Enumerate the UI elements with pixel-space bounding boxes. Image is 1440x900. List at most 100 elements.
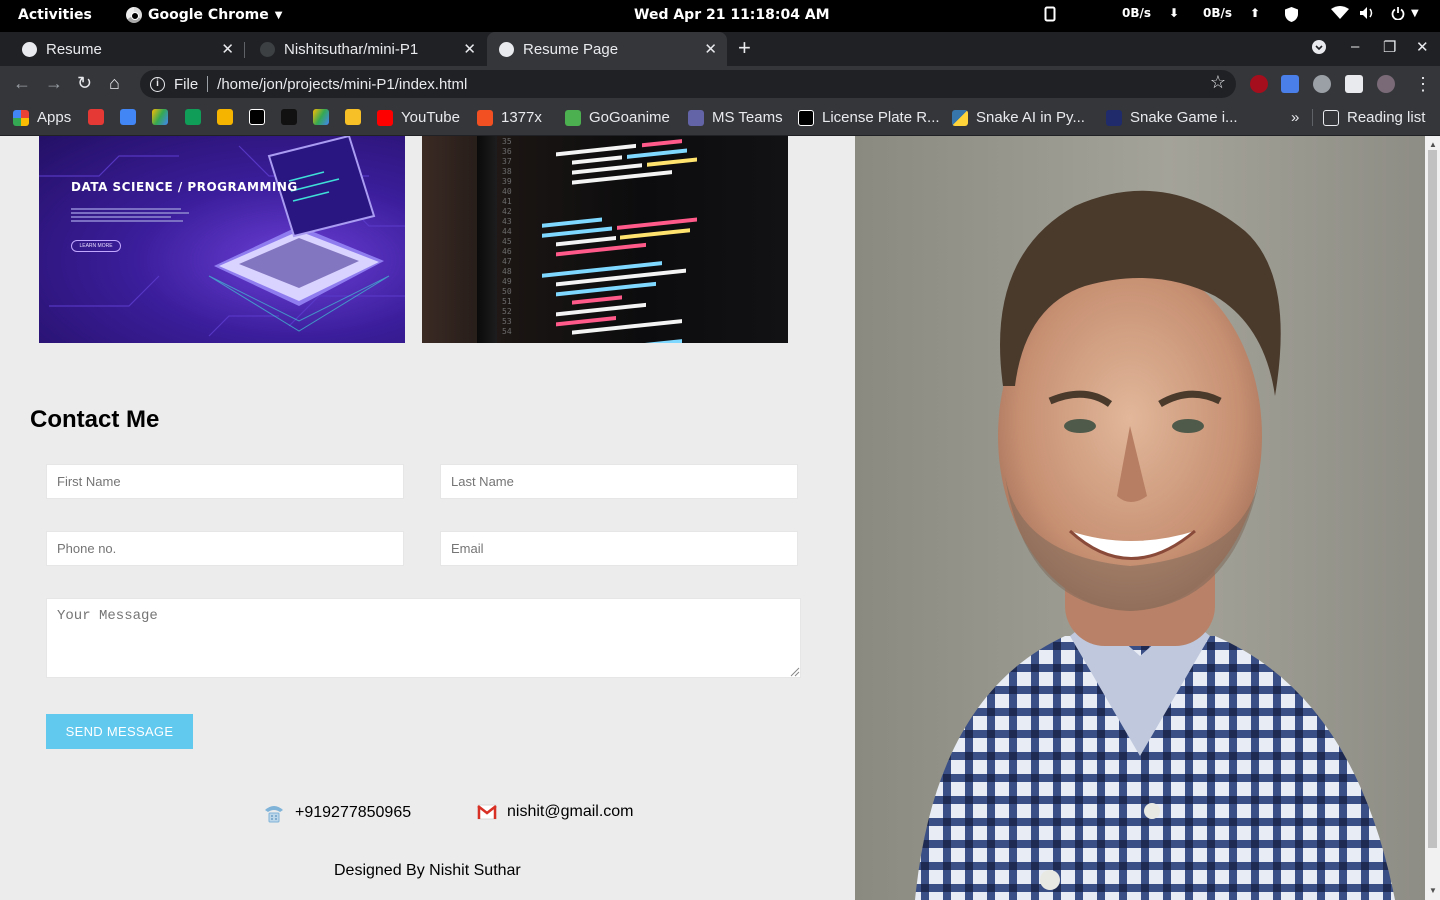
extension-cloud-icon[interactable] (1313, 75, 1331, 93)
close-window-icon[interactable]: ✕ (1416, 38, 1429, 56)
arrow-down-icon: ⬇ (1169, 6, 1180, 20)
shield-icon[interactable] (1284, 6, 1299, 23)
reload-icon[interactable]: ↻ (77, 73, 92, 94)
bookmark-youtube[interactable]: YouTube (377, 109, 460, 126)
info-icon[interactable]: i (150, 76, 165, 92)
bookmark-snake-game[interactable]: Snake Game i... (1106, 109, 1238, 126)
page-scrollbar[interactable]: ▲ ▼ (1425, 136, 1440, 900)
bookmark-gogoanime[interactable]: GoGoanime (565, 109, 670, 126)
email-input[interactable] (440, 531, 798, 566)
svg-text:54: 54 (502, 327, 512, 336)
app-menu[interactable]: Google Chrome ▼ (126, 7, 282, 23)
svg-text:37: 37 (502, 157, 512, 166)
card-subtext (71, 206, 191, 224)
svg-text:38: 38 (502, 167, 512, 176)
power-icon (1391, 7, 1405, 20)
system-tray[interactable]: ▼ (1331, 6, 1419, 20)
svg-text:35: 35 (502, 137, 512, 146)
email-address[interactable]: nishit@gmail.com (507, 803, 634, 821)
chevron-down-icon: ▼ (1411, 7, 1419, 19)
tab-title: Resume (46, 40, 102, 58)
email-info: nishit@gmail.com (477, 803, 634, 821)
bookmark-star-icon[interactable]: ☆ (1210, 72, 1226, 93)
close-icon[interactable]: ✕ (704, 40, 717, 58)
bookmark-1377x[interactable]: 1377x (477, 109, 542, 126)
bookmark-slides-icon[interactable] (217, 109, 233, 125)
phone-number[interactable]: +919277850965 (295, 804, 411, 822)
svg-text:51: 51 (502, 297, 512, 306)
data-science-card-image: DATA SCIENCE / PROGRAMMING LEARN MORE (39, 136, 405, 343)
bookmark-drive-icon[interactable] (152, 109, 168, 125)
bookmarks-bar: Apps YouTube 1377x GoGoanime MS Teams Li… (0, 102, 1440, 136)
tab-divider (244, 42, 245, 58)
bookmark-label: License Plate R... (822, 109, 940, 126)
bookmark-label: 1377x (501, 109, 542, 126)
contact-title: Contact Me (30, 406, 160, 433)
learn-more-button[interactable]: LEARN MORE (71, 240, 121, 252)
upload-speed-label: 0B/s (1203, 6, 1233, 20)
bookmarks-overflow[interactable]: » (1291, 109, 1299, 126)
gmail-icon (477, 804, 497, 820)
clock[interactable]: Wed Apr 21 11:18:04 AM (634, 7, 830, 23)
translate-icon[interactable] (1281, 75, 1299, 93)
bookmark-hex-icon[interactable] (281, 109, 297, 125)
svg-text:43: 43 (502, 217, 512, 226)
svg-text:47: 47 (502, 257, 512, 266)
url-text[interactable]: /home/jon/projects/mini-P1/index.html (217, 76, 467, 93)
phone-icon[interactable] (1044, 6, 1056, 22)
bookmark-apps[interactable]: Apps (13, 109, 71, 126)
back-icon[interactable]: ← (13, 73, 31, 94)
bookmark-ms-teams[interactable]: MS Teams (688, 109, 783, 126)
last-name-input[interactable] (440, 464, 798, 499)
resize-grip-icon[interactable] (790, 667, 800, 677)
scroll-down-icon[interactable]: ▼ (1429, 886, 1437, 895)
bookmark-label: Snake AI in Py... (976, 109, 1085, 126)
scrollbar-thumb[interactable] (1428, 150, 1437, 848)
send-message-button[interactable]: SEND MESSAGE (46, 714, 193, 749)
bookmark-license-plate[interactable]: License Plate R... (798, 109, 940, 126)
activities-button[interactable]: Activities (18, 7, 92, 23)
tab-github[interactable]: Nishitsuthar/mini-P1 ✕ (246, 32, 486, 66)
bookmark-medium-icon[interactable] (249, 109, 265, 125)
close-icon[interactable]: ✕ (221, 40, 234, 58)
chrome-icon (126, 7, 142, 23)
page-viewport: DATA SCIENCE / PROGRAMMING LEARN MORE 35… (0, 136, 1440, 900)
minimize-icon[interactable]: – (1351, 38, 1359, 55)
tab-resume-page[interactable]: Resume Page ✕ (487, 32, 727, 66)
puzzle-icon[interactable] (1345, 75, 1363, 93)
message-textarea[interactable] (46, 598, 801, 678)
first-name-input[interactable] (46, 464, 404, 499)
svg-text:44: 44 (502, 227, 512, 236)
scroll-up-icon[interactable]: ▲ (1429, 140, 1437, 149)
bookmark-medal-icon[interactable] (345, 109, 361, 125)
more-menu-icon[interactable]: ⋮ (1414, 74, 1432, 95)
bookmark-drive2-icon[interactable] (313, 109, 329, 125)
bookmark-docs-icon[interactable] (120, 109, 136, 125)
svg-text:45: 45 (502, 237, 512, 246)
home-icon[interactable]: ⌂ (109, 73, 120, 94)
close-icon[interactable]: ✕ (463, 40, 476, 58)
bookmark-e-icon[interactable] (88, 109, 104, 125)
tab-resume[interactable]: Resume ✕ (0, 32, 244, 66)
bookmark-sheets-icon[interactable] (185, 109, 201, 125)
code-screenshot-image: 35 36 37 38 39 40 41 42 43 44 45 46 47 48 49 50 51 52… (422, 136, 788, 343)
volume-icon (1360, 7, 1373, 19)
maximize-icon[interactable]: ❐ (1383, 38, 1396, 56)
forward-icon[interactable]: → (45, 73, 63, 94)
reading-list[interactable]: Reading list (1312, 109, 1425, 126)
tab-search-icon[interactable] (1312, 40, 1326, 58)
bookmark-label: GoGoanime (589, 109, 670, 126)
avatar[interactable] (1377, 75, 1395, 93)
svg-text:50: 50 (502, 287, 512, 296)
bookmark-label: MS Teams (712, 109, 783, 126)
card-title: DATA SCIENCE / PROGRAMMING (71, 180, 298, 194)
python-icon (952, 109, 968, 126)
ublock-icon[interactable] (1250, 75, 1268, 93)
phone-input[interactable] (46, 531, 404, 566)
x-icon (477, 109, 493, 126)
address-bar[interactable]: i File /home/jon/projects/mini-P1/index.… (140, 70, 1236, 98)
new-tab-button[interactable]: + (738, 37, 751, 59)
profile-photo (855, 136, 1425, 900)
bookmark-snake-ai[interactable]: Snake AI in Py... (952, 109, 1085, 126)
arrow-up-icon: ⬆ (1250, 6, 1261, 20)
